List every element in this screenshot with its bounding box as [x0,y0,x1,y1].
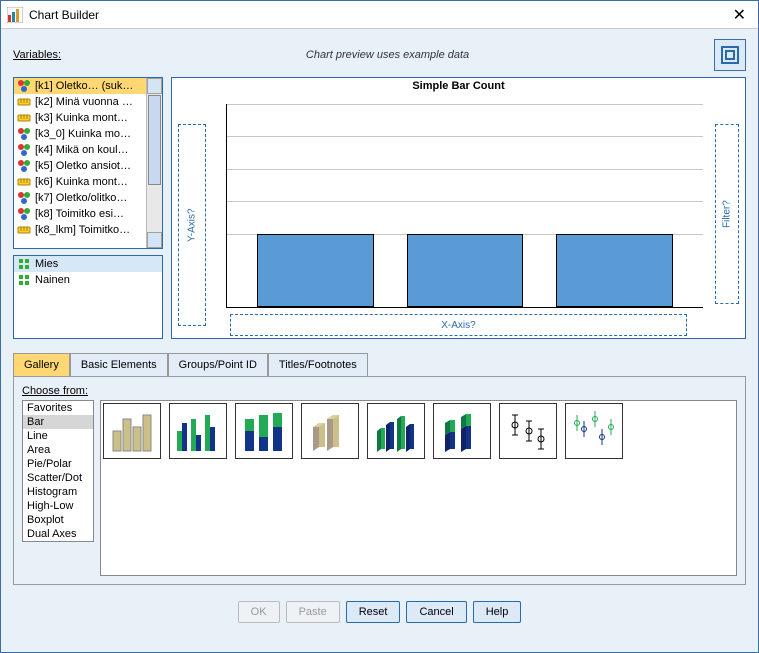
thumb-stacked-bar[interactable] [235,403,293,459]
chart-type-item[interactable]: Boxplot [23,513,93,527]
preview-note: Chart preview uses example data [61,49,714,61]
window-title: Chart Builder [29,8,99,22]
chart-type-item[interactable]: High-Low [23,499,93,513]
tab-groups-point-id[interactable]: Groups/Point ID [168,353,268,376]
variable-item[interactable]: [k8_lkm] Toimitko… [14,222,162,238]
paste-button[interactable]: Paste [286,601,340,623]
variable-item[interactable]: [k7] Oletko/olitko… [14,190,162,206]
variables-scrollbar[interactable] [146,78,162,248]
variable-label: [k5] Oletko ansiot… [35,160,131,172]
tab-gallery[interactable]: Gallery [13,353,70,376]
example-bar [556,234,672,307]
variable-label: [k4] Mikä on koul… [35,144,129,156]
variable-label: [k3_0] Kuinka mo… [35,128,131,140]
category-icon [17,257,31,271]
choose-from-label: Choose from: [22,385,737,397]
variable-label: [k8_lkm] Toimitko… [35,224,130,236]
chart-type-item[interactable]: Favorites [23,401,93,415]
thumb-clustered-bar[interactable] [169,403,227,459]
variable-label: [k1] Oletko… (suk… [35,80,133,92]
variable-label: [k3] Kuinka mont… [35,112,128,124]
value-label: Nainen [35,274,70,286]
example-bar [407,234,523,307]
header-row: Variables: Chart preview uses example da… [1,29,758,73]
variable-label: [k7] Oletko/olitko… [35,192,127,204]
variable-item[interactable]: [k1] Oletko… (suk… [14,78,162,94]
x-axis-dropzone[interactable]: X-Axis? [230,314,687,336]
titlebar: Chart Builder ✕ [1,1,758,29]
close-button[interactable]: ✕ [727,5,752,25]
variable-label: [k6] Kuinka mont… [35,176,128,188]
ok-button[interactable]: OK [238,601,280,623]
variable-label: [k2] Minä vuonna … [35,96,133,108]
thumb-3d-bar[interactable] [301,403,359,459]
chart-preview-canvas[interactable]: Simple Bar Count Y-Axis? Filter? X-Axis? [171,77,746,339]
gallery-panel: Choose from: FavoritesBarLineAreaPie/Pol… [13,377,746,585]
app-icon [7,7,23,23]
value-item[interactable]: Nainen [14,272,162,288]
tab-titles-footnotes[interactable]: Titles/Footnotes [268,353,368,376]
chart-type-item[interactable]: Scatter/Dot [23,471,93,485]
options-button[interactable] [714,39,746,71]
variable-item[interactable]: [k6] Kuinka mont… [14,174,162,190]
thumb-simple-bar[interactable] [103,403,161,459]
variable-label: [k8] Toimitko esi… [35,208,124,220]
chart-title: Simple Bar Count [172,78,745,94]
variable-item[interactable]: [k3] Kuinka mont… [14,110,162,126]
chart-thumbnails [100,400,737,576]
chart-builder-dialog: Chart Builder ✕ Variables: Chart preview… [0,0,759,653]
reset-button[interactable]: Reset [346,601,401,623]
example-bar [257,234,373,307]
cancel-button[interactable]: Cancel [406,601,466,623]
chart-type-item[interactable]: Pie/Polar [23,457,93,471]
chart-type-item[interactable]: Bar [23,415,93,429]
chart-type-item[interactable]: Histogram [23,485,93,499]
dialog-button-bar: OK Paste Reset Cancel Help [1,593,758,633]
variable-item[interactable]: [k3_0] Kuinka mo… [14,126,162,142]
value-label: Mies [35,258,58,270]
filter-dropzone[interactable]: Filter? [715,124,739,304]
thumb-3d-clustered[interactable] [367,403,425,459]
y-axis-dropzone[interactable]: Y-Axis? [178,124,206,326]
help-button[interactable]: Help [473,601,522,623]
tab-basic-elements[interactable]: Basic Elements [70,353,168,376]
plot-area [226,104,703,308]
chart-type-item[interactable]: Dual Axes [23,527,93,541]
variables-heading: Variables: [13,49,61,61]
thumb-3d-stacked[interactable] [433,403,491,459]
category-icon [17,273,31,287]
variables-list[interactable]: [k1] Oletko… (suk… [k2] Minä vuonna … [k3]… [13,77,163,249]
chart-type-item[interactable]: Area [23,443,93,457]
variable-item[interactable]: [k5] Oletko ansiot… [14,158,162,174]
thumb-clustered-error-bar[interactable] [565,403,623,459]
thumb-error-bar[interactable] [499,403,557,459]
chart-type-item[interactable]: Line [23,429,93,443]
chart-type-list[interactable]: FavoritesBarLineAreaPie/PolarScatter/Dot… [22,400,94,542]
scroll-down-button[interactable] [147,232,162,248]
scroll-thumb[interactable] [148,95,161,185]
value-item[interactable]: Mies [14,256,162,272]
tab-row: Gallery Basic Elements Groups/Point ID T… [13,353,746,377]
variable-item[interactable]: [k4] Mikä on koul… [14,142,162,158]
scroll-up-button[interactable] [147,78,162,94]
variable-item[interactable]: [k2] Minä vuonna … [14,94,162,110]
values-list[interactable]: Mies Nainen [13,255,163,339]
variable-item[interactable]: [k8] Toimitko esi… [14,206,162,222]
